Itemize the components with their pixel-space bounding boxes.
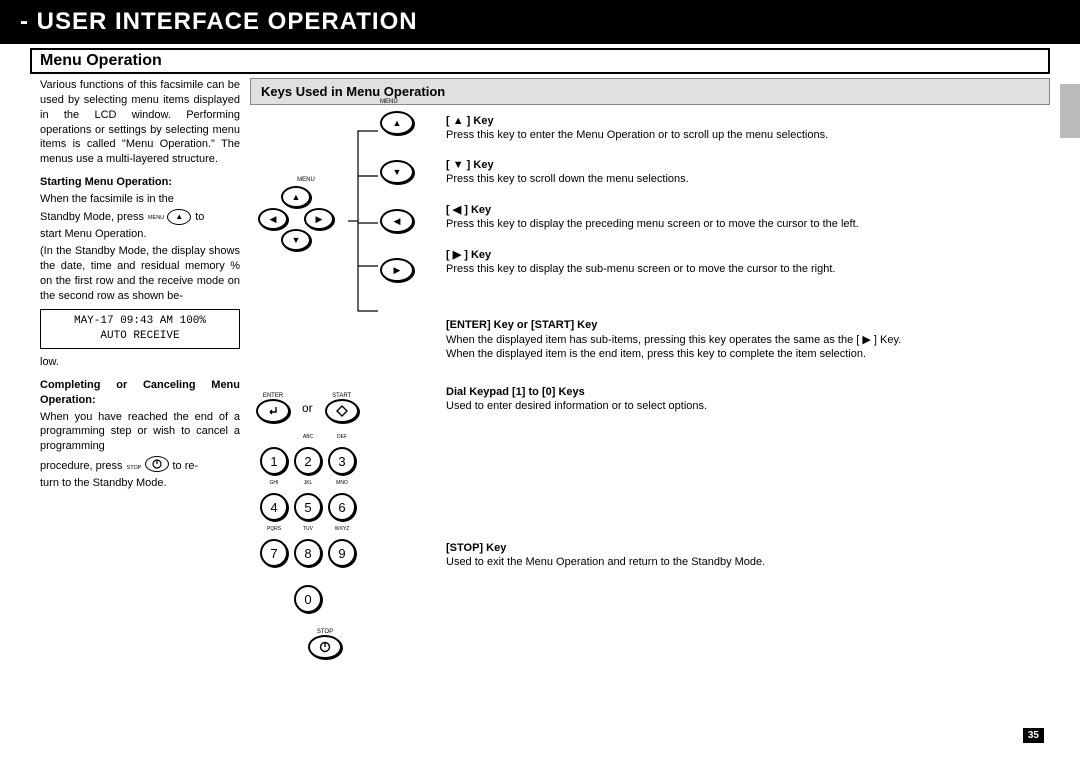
- text: When the facsimile is in the: [40, 192, 240, 207]
- left-key-desc: Press this key to display the preceding …: [446, 218, 1050, 230]
- up-key-icon: ▲: [167, 209, 191, 225]
- completing-heading: Completing or Canceling Menu Operation:: [40, 378, 240, 408]
- up-key-desc: Press this key to enter the Menu Operati…: [446, 129, 1050, 141]
- keypad-9: 9: [328, 539, 356, 567]
- key-descriptions: [ ▲ ] Key Press this key to enter the Me…: [446, 115, 1050, 586]
- enter-key-title: [ENTER] Key or [START] Key: [446, 319, 1050, 331]
- left-key-title: [ ◀ ] Key: [446, 203, 1050, 216]
- menu-label: MENU: [380, 99, 398, 105]
- keypad-5: 5: [294, 493, 322, 521]
- nav-cluster-icon: ▲ ▼ ◀ ▶: [254, 183, 334, 253]
- intro-text: Various functions of this facsimile can …: [40, 78, 240, 167]
- right-key-desc: Press this key to display the sub-menu s…: [446, 263, 1050, 275]
- text: to: [195, 210, 204, 225]
- right-key-icon: ▶: [380, 258, 414, 282]
- stop-key-icon: [145, 456, 169, 472]
- starting-heading: Starting Menu Operation:: [40, 175, 240, 190]
- side-tab: [1060, 84, 1080, 138]
- intro-column: Various functions of this facsimile can …: [40, 78, 240, 586]
- right-key-title: [ ▶ ] Key: [446, 248, 1050, 261]
- key-graphics: MENU ▲ ▼ ◀ ▶: [250, 115, 440, 586]
- text: start Menu Operation.: [40, 227, 240, 242]
- keypad-2: 2: [294, 447, 322, 475]
- keypad-8: 8: [294, 539, 322, 567]
- up-key-title: [ ▲ ] Key: [446, 115, 1050, 127]
- menu-label: MENU: [148, 215, 164, 221]
- text: low.: [40, 355, 240, 370]
- left-key-icon: ◀: [380, 209, 414, 233]
- text: turn to the Standby Mode.: [40, 476, 240, 491]
- down-key-desc: Press this key to scroll down the menu s…: [446, 173, 1050, 185]
- start-key-icon: [325, 399, 359, 423]
- enter-key-desc2: When the displayed item is the end item,…: [446, 348, 1050, 360]
- stop-key-icon: [308, 635, 342, 659]
- stop-key-desc: Used to exit the Menu Operation and retu…: [446, 556, 1050, 568]
- text: Standby Mode, press: [40, 210, 144, 225]
- down-key-title: [ ▼ ] Key: [446, 159, 1050, 171]
- keypad-3: 3: [328, 447, 356, 475]
- text: procedure, press: [40, 459, 123, 474]
- down-key-icon: ▼: [380, 160, 414, 184]
- text: to re-: [173, 459, 199, 474]
- page-title: - USER INTERFACE OPERATION: [0, 0, 1080, 44]
- dial-key-title: Dial Keypad [1] to [0] Keys: [446, 386, 1050, 398]
- up-key-icon: ▲: [380, 111, 414, 135]
- keypad-6: 6: [328, 493, 356, 521]
- keys-header: Keys Used in Menu Operation: [250, 78, 1050, 105]
- text: (In the Standby Mode, the display shows …: [40, 244, 240, 303]
- stop-label: STOP: [308, 629, 342, 635]
- keypad-7: 7: [260, 539, 288, 567]
- page-number: 35: [1023, 728, 1044, 743]
- lcd-display: MAY-17 09:43 AM 100% AUTO RECEIVE: [40, 309, 240, 349]
- stop-key-title: [STOP] Key: [446, 542, 1050, 554]
- enter-key-icon: [256, 399, 290, 423]
- text: When you have reached the end of a progr…: [40, 410, 240, 455]
- keypad-4: 4: [260, 493, 288, 521]
- keypad-1: 1: [260, 447, 288, 475]
- start-label: START: [325, 393, 359, 399]
- or-text: or: [302, 401, 313, 415]
- section-title: Menu Operation: [30, 48, 1050, 74]
- dial-key-desc: Used to enter desired information or to …: [446, 400, 1050, 412]
- enter-key-desc1: When the displayed item has sub-items, p…: [446, 333, 1050, 346]
- stop-label: STOP: [127, 465, 142, 471]
- enter-label: ENTER: [256, 393, 290, 399]
